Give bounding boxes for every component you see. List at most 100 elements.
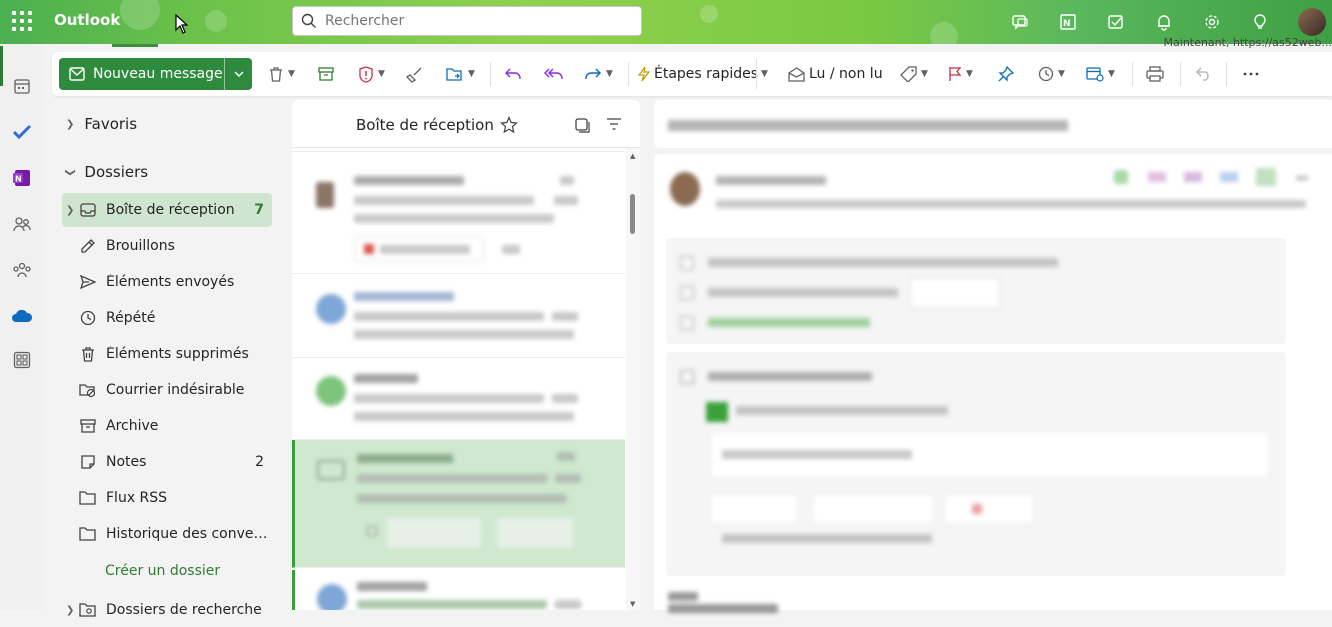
folder-icon	[78, 527, 98, 541]
forward-button[interactable]: ▼	[584, 59, 613, 89]
quick-steps-label: Étapes rapides	[654, 66, 759, 82]
folder-drafts[interactable]: Brouillons	[62, 229, 272, 263]
folder-label: Courrier indésirable	[106, 382, 245, 398]
undo-icon	[1196, 67, 1209, 81]
forward-icon	[585, 68, 601, 79]
snooze-button[interactable]: ▼	[1038, 59, 1065, 89]
folder-label: Éléments supprimés	[106, 346, 249, 362]
folder-notes[interactable]: Notes 2	[62, 445, 272, 479]
categorize-button[interactable]: ▼	[900, 59, 928, 89]
list-item[interactable]	[292, 160, 625, 274]
sweep-button[interactable]	[406, 59, 423, 89]
list-item[interactable]	[292, 362, 625, 440]
folder-label: Éléments envoyés	[106, 274, 235, 290]
trash-icon	[270, 66, 282, 82]
favorites-label: Favoris	[84, 115, 138, 133]
header-decoration	[120, 0, 160, 30]
folder-search-folders[interactable]: ❯ Dossiers de recherche	[62, 593, 272, 627]
onedrive-cloud-icon[interactable]	[0, 300, 44, 332]
folder-junk[interactable]: Courrier indésirable	[62, 373, 272, 407]
chevron-right-icon: ❯	[66, 118, 75, 130]
folder-sent[interactable]: Éléments envoyés	[62, 265, 272, 299]
onenote-app-icon[interactable]: N	[0, 162, 44, 194]
folder-move-icon	[446, 68, 462, 81]
new-message-button-group: Nouveau message	[59, 58, 252, 90]
message-subject-bar	[654, 100, 1332, 148]
archive-button[interactable]	[318, 59, 334, 89]
search-folder-icon	[78, 603, 98, 617]
folder-label: Historique des convers...	[106, 526, 272, 542]
unread-count: 7	[254, 202, 264, 218]
folder-archive[interactable]: Archive	[62, 409, 272, 443]
new-message-dropdown[interactable]	[224, 58, 252, 90]
delete-button[interactable]: ▼	[268, 59, 295, 89]
folder-conversation-history[interactable]: Historique des convers...	[62, 517, 272, 551]
list-item[interactable]	[292, 570, 625, 610]
scroll-down-arrow-icon[interactable]: ▼	[630, 600, 635, 608]
reply-all-button[interactable]	[544, 59, 564, 89]
svg-text:N: N	[15, 175, 22, 184]
quick-steps-dropdown[interactable]: ▼	[756, 59, 770, 89]
reply-button[interactable]	[504, 59, 522, 89]
quick-steps-button[interactable]: Étapes rapides	[638, 59, 758, 89]
folder-snoozed[interactable]: Répété	[62, 301, 272, 335]
search-input[interactable]	[323, 10, 623, 32]
chevron-right-icon: ❯	[66, 204, 75, 216]
report-button[interactable]: ▼	[358, 59, 385, 89]
star-icon[interactable]	[500, 116, 518, 134]
read-unread-button[interactable]: Lu / non lu	[788, 59, 883, 89]
todo-check-icon[interactable]	[0, 116, 44, 148]
folder-deleted[interactable]: Éléments supprimés	[62, 337, 272, 371]
reply-all-icon	[544, 68, 563, 79]
app-launcher-icon[interactable]	[12, 11, 32, 31]
brand-underline	[112, 44, 158, 47]
reply-icon	[505, 68, 521, 79]
create-folder-link[interactable]: Créer un dossier	[105, 563, 220, 579]
toolbar-divider	[490, 62, 491, 86]
calendar-icon[interactable]	[0, 70, 44, 102]
tasks-icon[interactable]	[1092, 0, 1140, 44]
app-title[interactable]: Outlook	[54, 11, 120, 29]
message-list: Boîte de réception	[292, 100, 640, 610]
scrollbar-thumb[interactable]	[630, 194, 635, 234]
chat-icon[interactable]	[996, 0, 1044, 44]
more-options-button[interactable]	[1242, 59, 1260, 89]
item-count: 2	[255, 454, 264, 470]
undo-button[interactable]	[1196, 59, 1212, 89]
broom-icon	[406, 67, 422, 83]
toolbar-divider	[628, 62, 629, 86]
clock-icon	[78, 310, 98, 326]
groups-icon[interactable]	[0, 254, 44, 286]
rules-button[interactable]: ▼	[1086, 59, 1115, 89]
header-decoration	[205, 10, 227, 32]
printer-icon	[1146, 66, 1164, 82]
message-list-scrollbar[interactable]: ▲ ▼	[626, 148, 640, 610]
search-icon	[301, 13, 316, 28]
folders-group[interactable]: ❯ Dossiers	[64, 163, 149, 181]
scroll-up-arrow-icon[interactable]: ▲	[630, 152, 635, 160]
print-button[interactable]	[1146, 59, 1164, 89]
chevron-down-icon: ❯	[64, 167, 76, 177]
flag-button[interactable]: ▼	[948, 59, 973, 89]
new-message-button[interactable]: Nouveau message	[59, 58, 224, 90]
select-mode-icon[interactable]	[574, 117, 590, 133]
folder-inbox[interactable]: ❯ Boîte de réception 7	[62, 193, 272, 227]
folder-rss[interactable]: Flux RSS	[62, 481, 272, 515]
svg-text:N: N	[1063, 19, 1071, 29]
reading-pane	[654, 100, 1332, 613]
people-icon[interactable]	[0, 208, 44, 240]
more-apps-icon[interactable]	[0, 344, 44, 376]
folders-label: Dossiers	[84, 163, 149, 181]
list-item[interactable]	[292, 148, 625, 152]
search-box[interactable]	[292, 6, 642, 36]
onenote-icon[interactable]: N	[1044, 0, 1092, 44]
pin-button[interactable]	[998, 59, 1014, 89]
message-body	[654, 154, 1332, 613]
list-item-selected[interactable]	[292, 440, 625, 568]
folder-label: Répété	[106, 310, 156, 326]
favorites-group[interactable]: ❯ Favoris	[66, 115, 137, 133]
filter-icon[interactable]	[606, 118, 622, 130]
list-item[interactable]	[292, 278, 625, 358]
archive-icon	[78, 418, 98, 434]
move-to-button[interactable]: ▼	[446, 59, 475, 89]
